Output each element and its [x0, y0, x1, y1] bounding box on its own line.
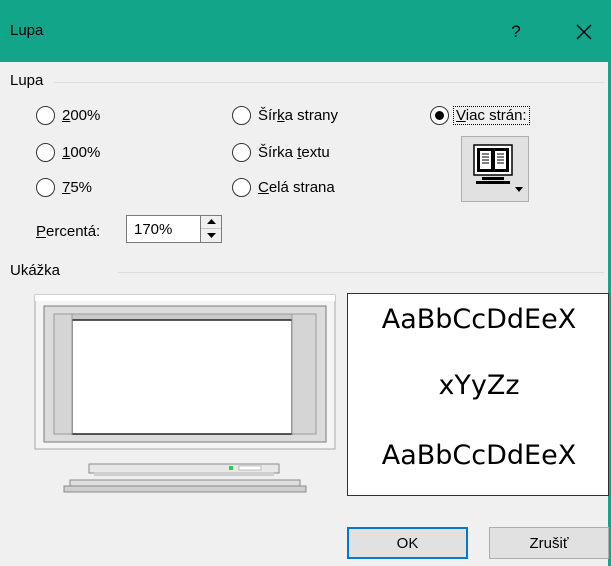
radio-text-width[interactable]: Šírka textu [232, 143, 330, 162]
percent-spinner[interactable]: 170% [126, 215, 222, 243]
radio-circle [36, 106, 55, 125]
radio-200-label: 200% [62, 107, 101, 124]
help-label: ? [511, 22, 521, 41]
spin-buttons [200, 216, 221, 242]
sample-line-2: xYyZz [438, 370, 520, 401]
close-button[interactable] [562, 12, 606, 52]
cancel-button[interactable]: Zrušiť [489, 527, 609, 559]
radio-circle-checked [430, 106, 449, 125]
radio-page-width-label: Šírka strany [258, 107, 339, 124]
spin-up-button[interactable] [201, 216, 221, 229]
preview-group-label: Ukážka [10, 262, 61, 279]
cancel-label: Zrušiť [529, 534, 569, 552]
spin-down-icon [206, 232, 216, 238]
radio-whole-page-label: Celá strana [258, 179, 335, 196]
radio-text-width-label: Šírka textu [258, 144, 330, 161]
radio-page-width[interactable]: Šírka strany [232, 106, 338, 125]
radio-circle [36, 178, 55, 197]
font-sample-preview: AaBbCcDdEeX xYyZz AaBbCcDdEeX [347, 293, 609, 496]
zoom-group-divider [54, 82, 604, 83]
radio-100[interactable]: 100% [36, 143, 100, 162]
radio-circle [36, 143, 55, 162]
sample-line-1: AaBbCcDdEeX [381, 304, 577, 335]
monitor-preview-icon [34, 294, 336, 493]
multiple-pages-monitor-icon [473, 144, 523, 192]
radio-75[interactable]: 75% [36, 178, 92, 197]
ok-label: OK [396, 534, 419, 552]
preview-group-divider [118, 272, 604, 273]
zoom-group-label: Lupa [10, 72, 44, 89]
title-bar: Lupa ? [0, 0, 611, 62]
radio-whole-page[interactable]: Celá strana [232, 178, 335, 197]
sample-line-3: AaBbCcDdEeX [381, 440, 577, 471]
ok-button[interactable]: OK [347, 527, 468, 559]
radio-200[interactable]: 200% [36, 106, 100, 125]
help-button[interactable]: ? [496, 12, 536, 52]
percent-input[interactable]: 170% [134, 221, 172, 238]
close-icon [576, 24, 592, 40]
percent-label: Percentá: [36, 223, 101, 240]
radio-many-pages-label: Viac strán: [453, 106, 530, 125]
spin-up-icon [206, 219, 216, 224]
radio-circle [232, 143, 251, 162]
radio-many-pages[interactable]: Viac strán: [430, 106, 530, 125]
radio-circle [232, 178, 251, 197]
radio-circle [232, 106, 251, 125]
radio-75-label: 75% [62, 179, 93, 196]
window-title: Lupa [10, 22, 44, 39]
spin-down-button[interactable] [201, 229, 221, 242]
radio-100-label: 100% [62, 144, 101, 161]
multiple-pages-button[interactable] [461, 136, 529, 202]
